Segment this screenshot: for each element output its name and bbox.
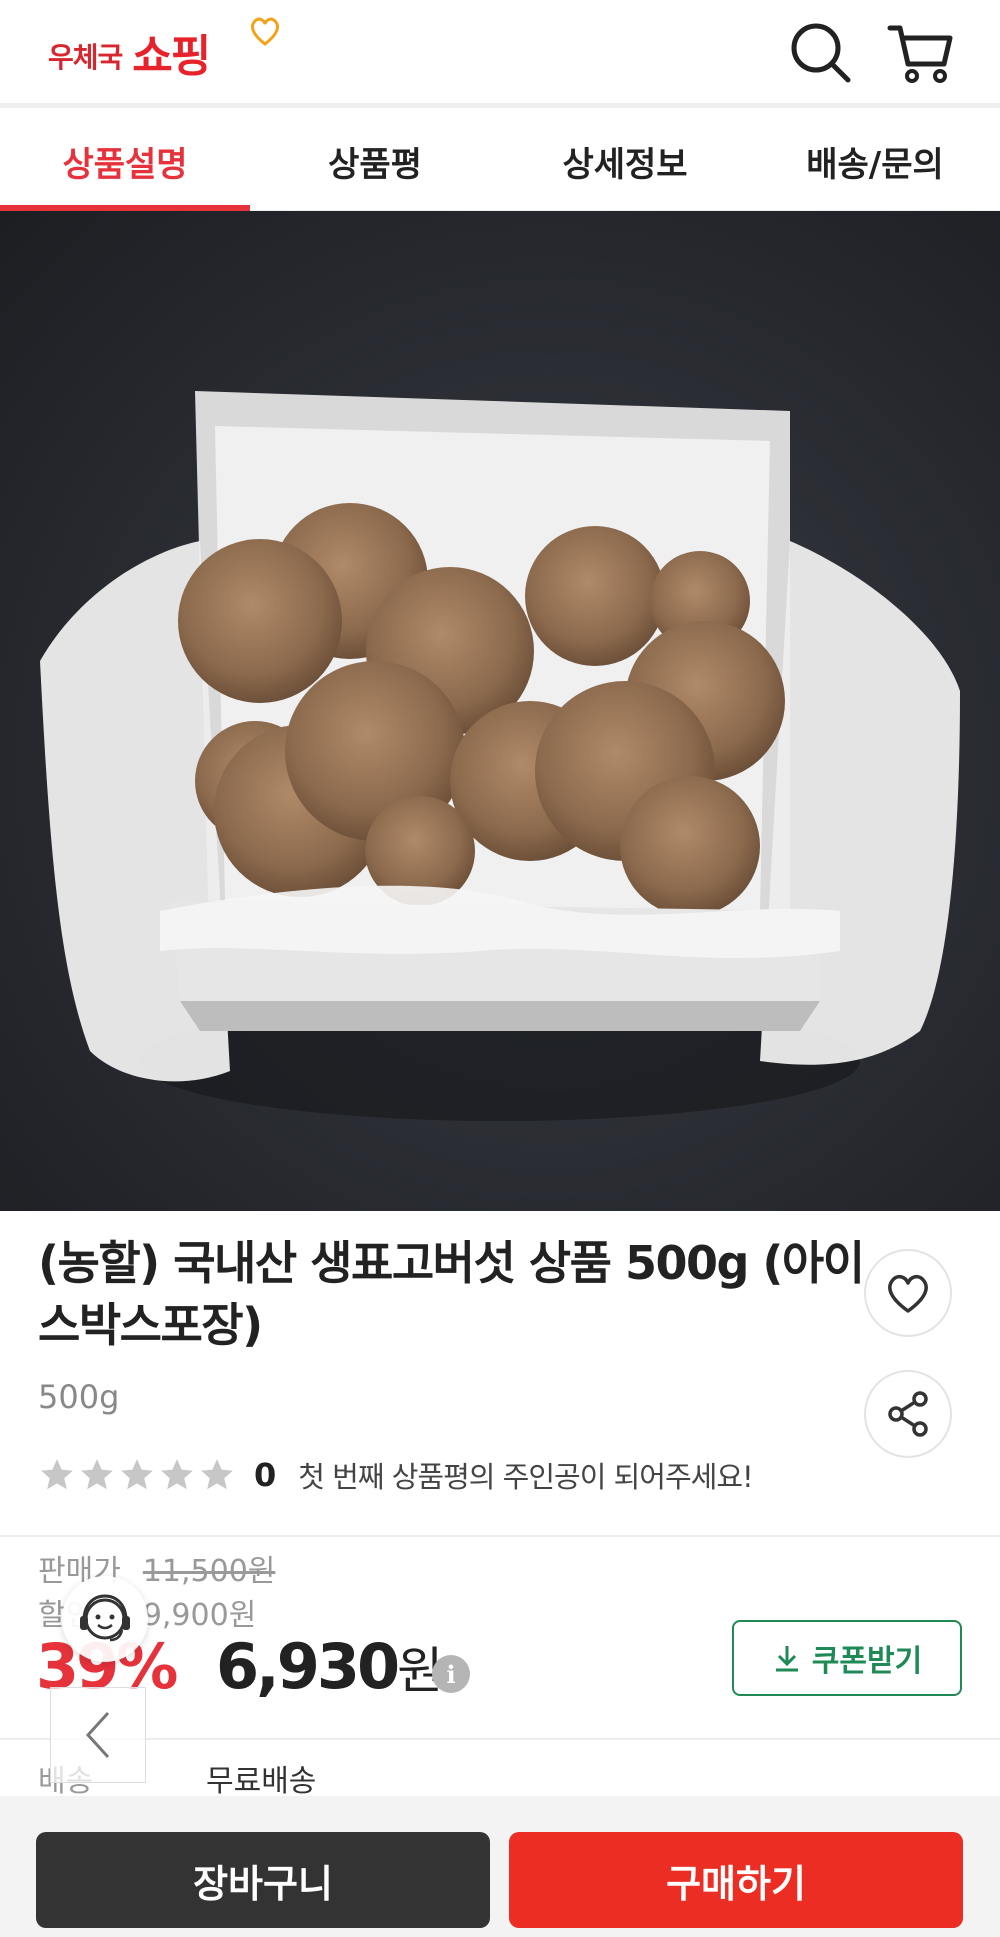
shipping-value: 무료배송 xyxy=(206,1764,317,1799)
divider xyxy=(0,1535,1000,1537)
app-header: 우체국 쇼핑 xyxy=(0,0,1000,108)
back-button[interactable] xyxy=(50,1687,146,1783)
final-price: 6,930원 xyxy=(216,1630,443,1703)
star-icon xyxy=(201,1459,233,1490)
search-icon[interactable] xyxy=(786,18,856,88)
chevron-left-icon xyxy=(85,1711,110,1759)
wishlist-button[interactable] xyxy=(864,1249,952,1337)
tab-details[interactable]: 상세정보 xyxy=(500,113,750,210)
logo-text-big: 쇼핑 xyxy=(132,31,211,82)
star-icon xyxy=(41,1459,73,1490)
product-tabs: 상품설명 상품평 상세정보 배송/문의 xyxy=(0,113,1000,211)
download-icon xyxy=(775,1646,798,1672)
product-image[interactable] xyxy=(0,211,1000,1211)
tab-shipping-inquiry[interactable]: 배송/문의 xyxy=(750,113,1000,210)
rating-summary[interactable]: 0 첫 번째 상품평의 주인공이 되어주세요! xyxy=(38,1454,754,1496)
share-button[interactable] xyxy=(864,1370,952,1458)
product-option: 500g xyxy=(38,1378,120,1416)
tab-reviews[interactable]: 상품평 xyxy=(250,113,500,210)
logo[interactable]: 우체국 쇼핑 xyxy=(48,14,279,84)
get-coupon-button[interactable]: 쿠폰받기 xyxy=(732,1620,962,1696)
chatbot-button[interactable] xyxy=(62,1576,148,1662)
star-icon xyxy=(121,1459,153,1490)
headset-agent-icon xyxy=(80,1594,130,1642)
product-title: (농할) 국내산 생표고버섯 상품 500g (아이스박스포장) xyxy=(38,1236,865,1352)
cart-icon[interactable] xyxy=(886,18,956,88)
heart-logo-icon xyxy=(251,17,279,46)
star-icon xyxy=(161,1459,193,1490)
info-icon[interactable]: i xyxy=(432,1655,470,1693)
bottom-action-bar: 장바구니 구매하기 xyxy=(0,1796,1000,1937)
review-count: 0 xyxy=(254,1456,277,1494)
list-price-row: 판매가 11,500원 xyxy=(38,1546,275,1590)
rating-stars xyxy=(38,1456,236,1494)
list-price-value: 11,500원 xyxy=(142,1554,276,1589)
share-icon xyxy=(888,1391,928,1437)
first-review-message: 첫 번째 상품평의 주인공이 되어주세요! xyxy=(298,1460,753,1494)
star-icon xyxy=(81,1459,113,1490)
add-to-cart-button[interactable]: 장바구니 xyxy=(36,1832,490,1928)
logo-text-small: 우체국 xyxy=(48,41,123,74)
heart-icon xyxy=(888,1274,928,1313)
product-photo-illustration xyxy=(40,391,960,1121)
divider xyxy=(0,1738,1000,1740)
coupon-label: 쿠폰받기 xyxy=(811,1644,923,1679)
tab-description[interactable]: 상품설명 xyxy=(0,113,250,211)
final-price-amount: 6,930 xyxy=(216,1630,400,1703)
sale-price-value: 9,900원 xyxy=(142,1598,257,1633)
buy-now-button[interactable]: 구매하기 xyxy=(509,1832,963,1928)
